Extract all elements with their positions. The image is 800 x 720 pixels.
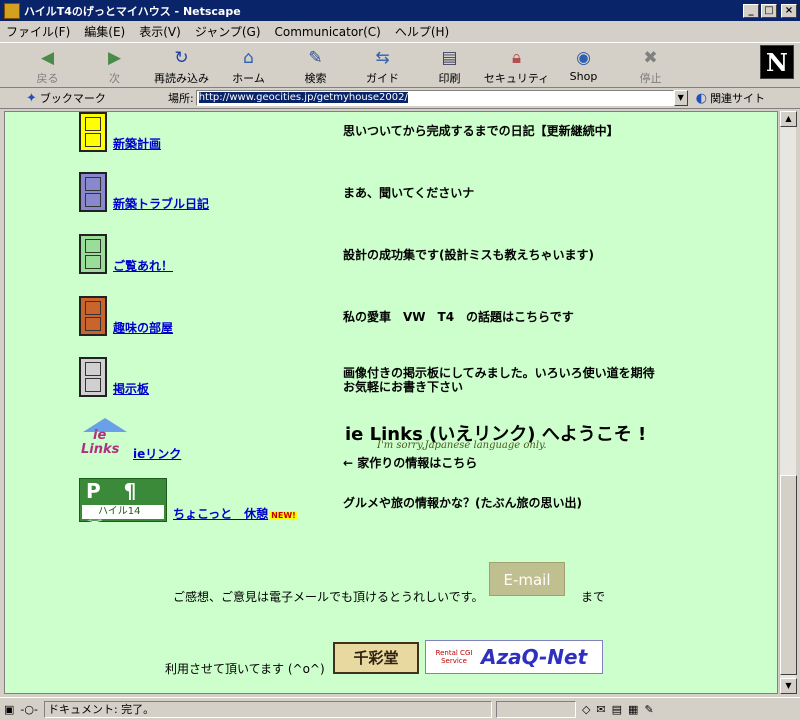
stop-button[interactable]: ✖ 停止 (617, 43, 684, 89)
home-button[interactable]: ⌂ ホーム (215, 43, 282, 89)
ie-links-logo[interactable]: ie Links (79, 418, 131, 462)
feedback-text: ご感想、ご意見は電子メールでも頂けるとうれしいです。 (173, 590, 484, 604)
status-icons: ▣ -○- (4, 703, 44, 716)
back-arrow-icon: ◀ (40, 48, 55, 68)
guide-icon: ⇆ (375, 48, 390, 68)
related-sites-icon: ◐ (695, 90, 708, 106)
maximize-button[interactable]: □ (761, 3, 777, 18)
email-button[interactable]: E-mail (489, 562, 565, 596)
related-sites-button[interactable]: ◐ 関連サイト (696, 90, 765, 106)
window-title: ハイルT4のげっとマイハウス - Netscape (24, 4, 241, 18)
azaq-net-banner[interactable]: Rental CGI Service AzaQ-Net (425, 640, 603, 674)
menu-edit[interactable]: 編集(E) (84, 23, 125, 40)
list-item: ご覧あれ！ (79, 234, 173, 274)
item-description: まあ、聞いてくださいナ (343, 186, 475, 200)
search-icon: ✎ (308, 48, 323, 68)
green-cabinet-icon (79, 234, 107, 274)
status-bar: ▣ -○- ドキュメント: 完了。 ◇ ✉ ▤ ▦ ✎ (0, 697, 800, 720)
location-bar: ✦ ブックマーク 場所: http://www.geocities.jp/get… (0, 88, 800, 109)
newsgroup-icon[interactable]: ▤ (612, 703, 622, 716)
reload-button[interactable]: ↻ 再読み込み (148, 43, 215, 89)
shop-icon: ◉ (576, 48, 591, 68)
url-text: http://www.geocities.jp/getmyhouse2002/ (198, 92, 408, 103)
item-description: 設計の成功集です(設計ミスも教えちゃいます) (343, 248, 594, 262)
gray-cabinet-icon (79, 357, 107, 397)
rest-area-sign-icon[interactable]: P ¶ ☕ ハイル14 (79, 478, 167, 527)
menu-help[interactable]: ヘルプ(H) (395, 23, 449, 40)
link-rest[interactable]: ちょこっと 休憩 (173, 505, 268, 522)
connection-icon: ▣ (4, 702, 15, 716)
list-item: ie Links ieリンク (79, 418, 181, 462)
usage-text: 利用させて頂いてます (^o^) (165, 662, 325, 676)
list-item: 新築計画 (79, 112, 161, 152)
component-bar: ◇ ✉ ▤ ▦ ✎ (582, 703, 660, 716)
mail-icon[interactable]: ✉ (596, 703, 605, 716)
menu-bar: ファイル(F) 編集(E) 表示(V) ジャンプ(G) Communicator… (0, 21, 800, 42)
printer-icon: ▤ (441, 48, 458, 68)
menu-go[interactable]: ジャンプ(G) (195, 23, 261, 40)
forward-button[interactable]: ▶ 次 (81, 43, 148, 89)
list-item: 掲示板 (79, 357, 149, 397)
url-dropdown-button[interactable]: ▼ (673, 90, 688, 106)
item-description-2: お気軽にお書き下さい (343, 380, 464, 394)
security-button[interactable]: 🔒︎ セキュリティ (483, 43, 550, 89)
vertical-scrollbar[interactable]: ▲ ▼ (779, 111, 797, 694)
status-progress (495, 700, 576, 718)
shop-button[interactable]: ◉ Shop (550, 43, 617, 89)
list-item: 新築トラブル日記 (79, 172, 209, 212)
guide-button[interactable]: ⇆ ガイド (349, 43, 416, 89)
bookmarks-button[interactable]: ✦ ブックマーク (0, 90, 160, 106)
link-bbs[interactable]: 掲示板 (113, 380, 149, 397)
menu-communicator[interactable]: Communicator(C) (275, 25, 381, 39)
title-bar: ハイルT4のげっとマイハウス - Netscape _ □ × (0, 0, 800, 21)
menu-view[interactable]: 表示(V) (139, 23, 181, 40)
link-ie-links[interactable]: ieリンク (133, 445, 181, 462)
item-description: グルメや旅の情報かな？(たぶん旅の思い出) (343, 496, 582, 510)
print-button[interactable]: ▤ 印刷 (416, 43, 483, 89)
chisaido-banner[interactable]: 千彩堂 (333, 642, 419, 674)
composer-icon[interactable]: ✎ (644, 703, 653, 716)
minimize-button[interactable]: _ (743, 3, 759, 18)
new-badge: NEW! (270, 511, 297, 520)
yellow-cabinet-icon (79, 112, 107, 152)
ie-links-arrow-text: ← 家作りの情報はこちら (343, 456, 478, 470)
back-button[interactable]: ◀ 戻る (14, 43, 81, 89)
home-icon: ⌂ (243, 48, 254, 68)
navigation-toolbar: ◀ 戻る ▶ 次 ↻ 再読み込み ⌂ ホーム ✎ 検索 ⇆ ガイド ▤ 印刷 🔒… (0, 42, 800, 88)
list-item: 趣味の部屋 (79, 296, 173, 336)
link-shinchiku-keikaku[interactable]: 新築計画 (113, 135, 161, 152)
blue-cabinet-icon (79, 172, 107, 212)
link-goran-are[interactable]: ご覧あれ！ (113, 257, 173, 274)
lock-icon: 🔒︎ (511, 48, 522, 68)
item-description: 私の愛車 VW T4 の話題はこちらです (343, 310, 574, 324)
link-trouble-diary[interactable]: 新築トラブル日記 (113, 195, 209, 212)
search-button[interactable]: ✎ 検索 (282, 43, 349, 89)
close-button[interactable]: × (781, 3, 797, 18)
brown-cabinet-icon (79, 296, 107, 336)
scroll-down-button[interactable]: ▼ (780, 678, 797, 694)
location-label: 場所: (168, 92, 194, 105)
scroll-thumb[interactable] (780, 475, 797, 675)
page-content: 新築計画 思いついてから完成するまでの日記【更新継続中】 新築トラブル日記 まあ… (4, 111, 778, 694)
status-text: ドキュメント: 完了。 (43, 700, 492, 718)
item-description: 思いついてから完成するまでの日記【更新継続中】 (343, 124, 619, 138)
list-item: P ¶ ☕ ハイル14 ちょこっと 休憩 NEW! (79, 478, 297, 527)
stop-icon: ✖ (643, 48, 658, 68)
link-hobby-room[interactable]: 趣味の部屋 (113, 319, 173, 336)
ie-links-subtitle: I'm sorry,Japanese language only. (377, 440, 547, 451)
url-field[interactable]: http://www.geocities.jp/getmyhouse2002/ (195, 90, 674, 106)
forward-arrow-icon: ▶ (107, 48, 122, 68)
reload-icon: ↻ (174, 48, 189, 68)
address-book-icon[interactable]: ▦ (628, 703, 638, 716)
made-text: まで (581, 590, 606, 604)
scroll-up-button[interactable]: ▲ (780, 111, 797, 127)
netscape-logo: N (760, 45, 794, 79)
security-status-icon[interactable]: -○- (20, 703, 38, 716)
navigator-icon[interactable]: ◇ (582, 703, 590, 716)
bookmark-icon: ✦ (26, 90, 37, 106)
netscape-app-icon (4, 2, 20, 19)
menu-file[interactable]: ファイル(F) (6, 23, 70, 40)
